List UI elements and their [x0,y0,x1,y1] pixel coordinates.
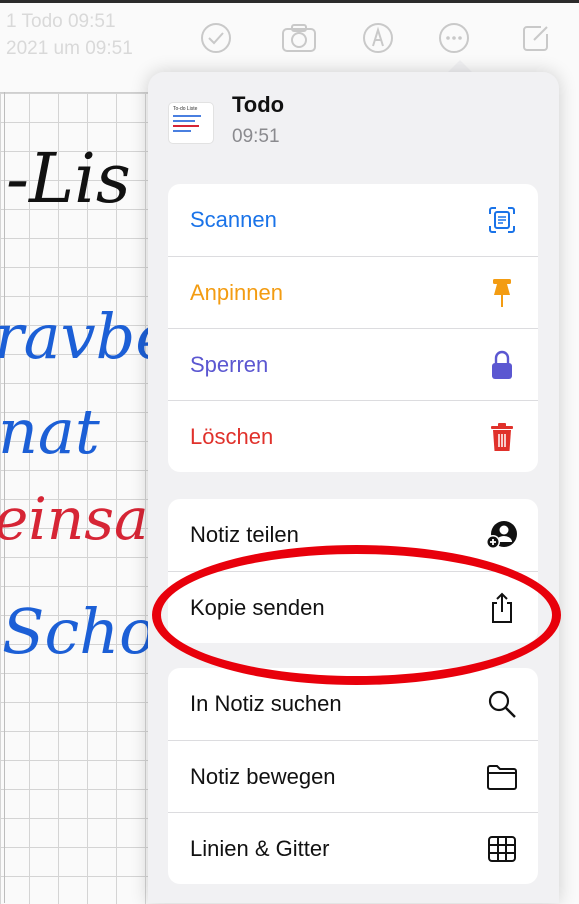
menu-item-label: Notiz teilen [190,522,299,547]
grid-icon [484,831,520,867]
thumb-title: To-do Liste [173,106,198,112]
scan-document-icon [484,202,520,238]
more-ellipsis-icon[interactable] [434,18,474,58]
handwriting-line-4: einsa [0,485,149,553]
lock-icon [484,347,520,383]
menu-item-label: Linien & Gitter [190,835,330,861]
share-note-person-icon [484,517,520,553]
compose-icon[interactable] [516,18,556,58]
menu-item-move-note[interactable]: Notiz bewegen [168,740,538,812]
faded-note-info: 1 Todo 09:51 2021 um 09:51 [6,8,133,62]
menu-item-delete[interactable]: Löschen [168,400,538,472]
menu-group-actions: Scannen Anpinnen Sperren Löschen [168,184,538,472]
pin-icon [484,275,520,311]
menu-group-note-tools: In Notiz suchen Notiz bewegen Linien & G… [168,668,538,884]
checkmark-circle-icon[interactable] [196,18,236,58]
folder-icon [484,759,520,795]
note-time: 09:51 [232,126,280,147]
menu-item-send-copy[interactable]: Kopie senden [168,571,538,643]
menu-item-label: In Notiz suchen [190,691,342,716]
share-upload-icon [484,590,520,626]
trash-icon [484,419,520,455]
menu-item-label: Notiz bewegen [190,763,336,789]
camera-icon[interactable] [279,18,319,58]
note-actions-menu: To-do Liste Todo 09:51 Scannen Anpinnen … [148,72,559,903]
handwriting-line-2: ravbe [0,300,173,373]
handwriting-line-1: -Lis [6,140,131,219]
top-border [0,0,579,3]
search-icon [484,686,520,722]
menu-item-pin[interactable]: Anpinnen [168,256,538,328]
markup-pen-icon[interactable] [358,18,398,58]
faded-note-title: 1 Todo 09:51 [6,11,116,32]
menu-item-label: Löschen [190,423,274,449]
menu-item-label: Scannen [190,207,277,232]
note-title: Todo [232,92,285,117]
menu-item-find-in-note[interactable]: In Notiz suchen [168,668,538,740]
menu-item-lock[interactable]: Sperren [168,328,538,400]
menu-item-lines-grid[interactable]: Linien & Gitter [168,812,538,884]
note-thumbnail: To-do Liste [168,102,214,144]
menu-item-label: Anpinnen [190,279,283,305]
menu-item-share-note[interactable]: Notiz teilen [168,499,538,571]
menu-item-scan[interactable]: Scannen [168,184,538,256]
menu-item-label: Sperren [190,351,269,377]
handwriting-line-3: nat [0,395,100,468]
menu-group-share: Notiz teilen Kopie senden [168,499,538,643]
menu-item-label: Kopie senden [190,594,325,620]
note-header: To-do Liste Todo 09:51 [148,72,559,169]
faded-note-date: 2021 um 09:51 [6,38,133,59]
